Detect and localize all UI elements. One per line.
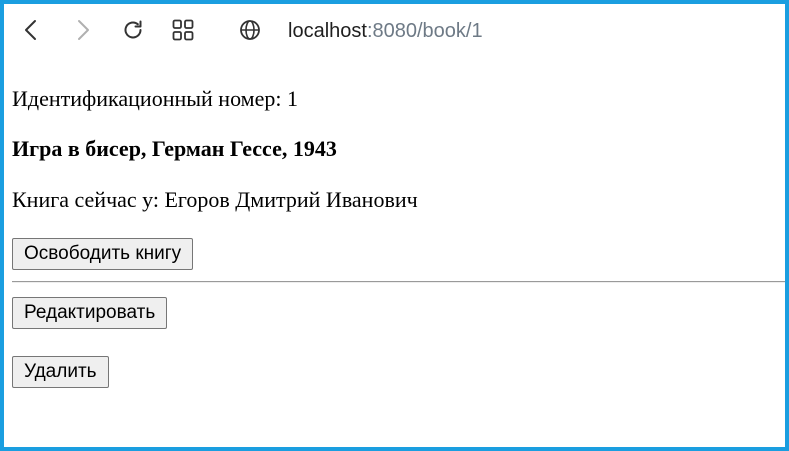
delete-button[interactable]: Удалить [12,356,109,388]
site-info-button[interactable] [238,18,262,42]
edit-button[interactable]: Редактировать [12,297,168,329]
browser-window: localhost:8080/book/1 Идентификационный … [0,0,789,451]
book-id-text: Идентификационный номер: 1 [12,86,298,111]
globe-icon [240,20,260,40]
address-bar[interactable]: localhost:8080/book/1 [288,19,483,43]
chevron-left-icon [25,20,36,40]
reload-button[interactable] [117,14,149,46]
browser-toolbar: localhost:8080/book/1 [4,4,785,56]
book-holder-text: Книга сейчас у: Егоров Дмитрий Иванович [12,187,418,212]
reload-icon [124,20,142,39]
chevron-right-icon [78,20,89,40]
back-button[interactable] [16,14,48,46]
address-path: :8080/book/1 [366,20,483,42]
book-title: Игра в бисер, Герман Гессе, 1943 [12,136,337,161]
forward-button[interactable] [66,14,98,46]
apps-grid-icon [172,19,194,41]
address-host: localhost [288,20,367,42]
apps-button[interactable] [167,14,199,46]
divider [12,281,785,283]
release-book-button[interactable]: Освободить книгу [12,238,194,270]
